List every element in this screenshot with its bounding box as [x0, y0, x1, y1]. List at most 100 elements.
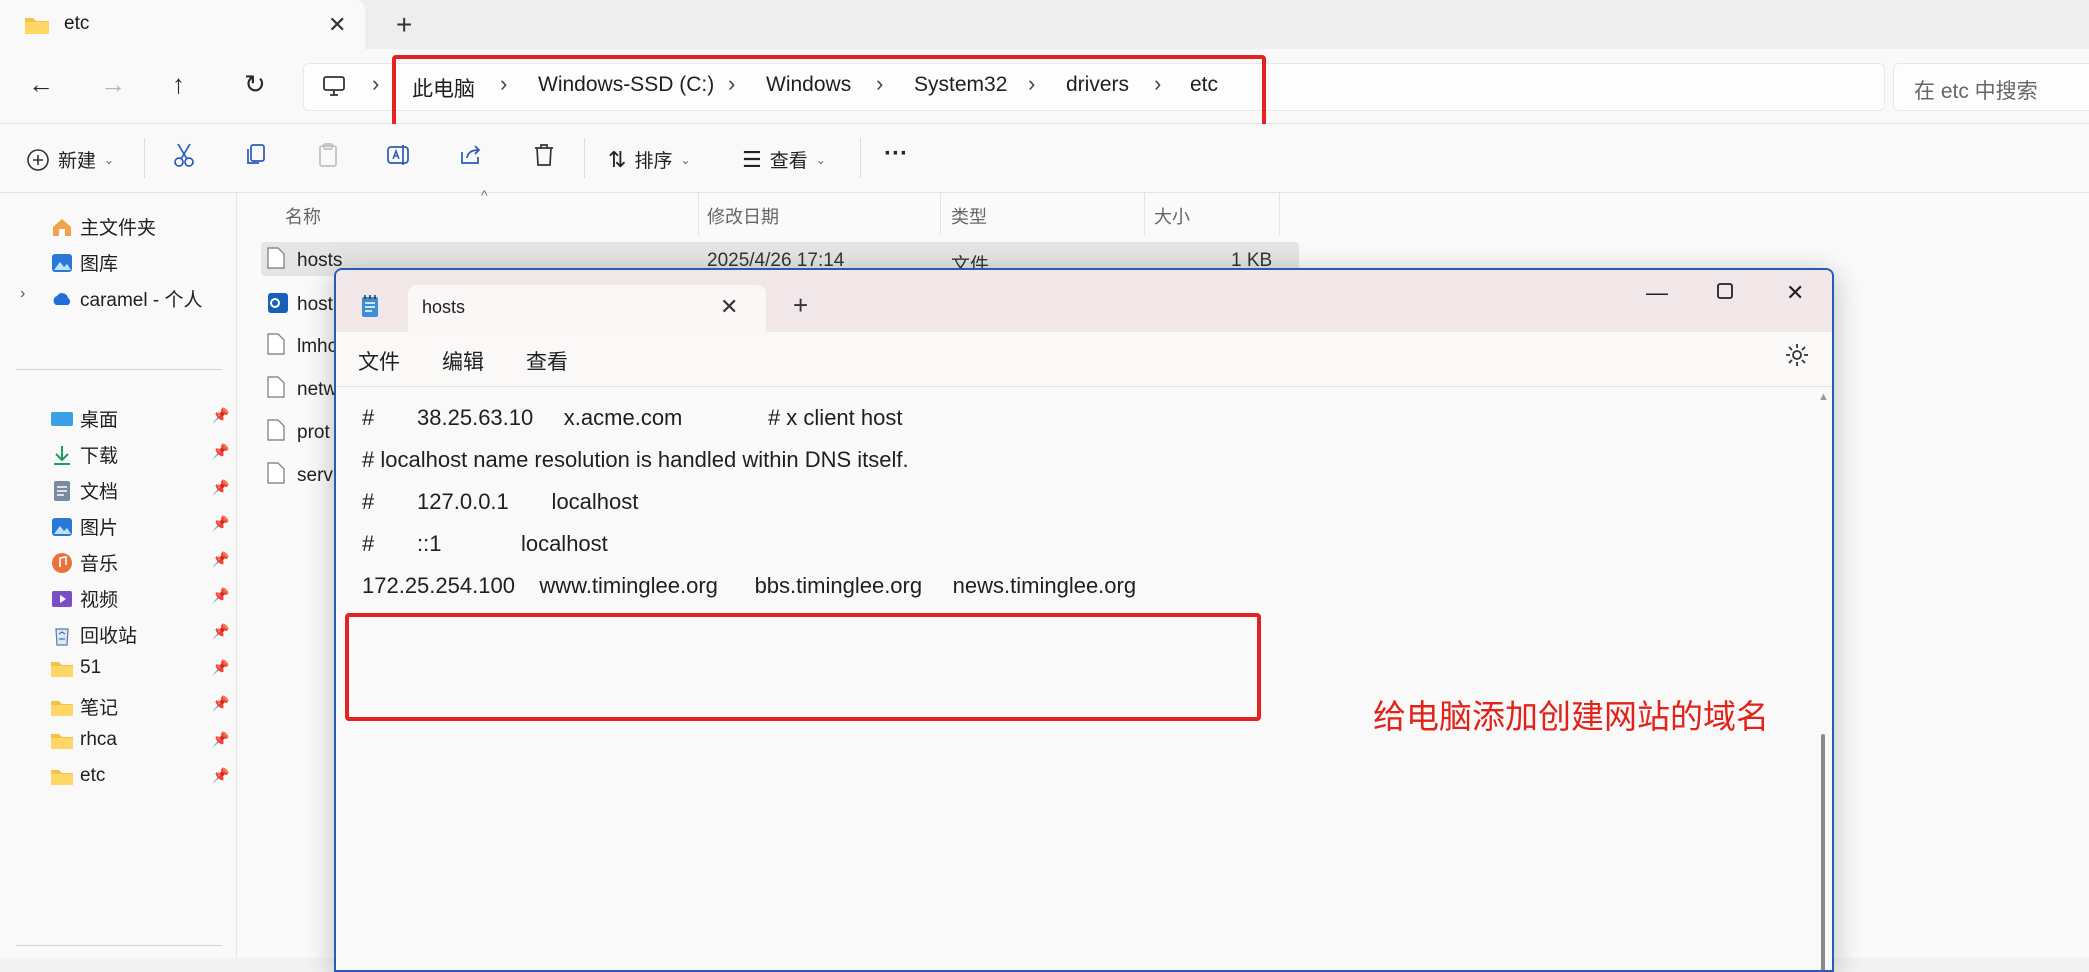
notepad-tab[interactable]: hosts ✕ — [408, 285, 766, 332]
new-tab-button[interactable]: + — [793, 290, 808, 321]
explorer-tab[interactable]: etc ✕ — [0, 0, 365, 49]
sidebar-item-label: rhca — [80, 729, 117, 750]
column-header-size[interactable]: 大小 — [1154, 203, 1190, 229]
paste-button[interactable] — [316, 142, 340, 168]
pin-icon[interactable]: 📌 — [212, 407, 229, 424]
menu-file[interactable]: 文件 — [358, 346, 400, 376]
sidebar-item-videos[interactable]: 视频 — [50, 585, 118, 612]
column-header-type[interactable]: 类型 — [951, 203, 987, 229]
gallery-icon — [52, 253, 72, 272]
file-name[interactable]: servi — [297, 465, 337, 487]
divider — [860, 138, 861, 178]
hosts-entry-highlight-box — [345, 613, 1261, 721]
more-options-button[interactable]: ··· — [884, 140, 908, 168]
file-icon — [267, 419, 285, 446]
divider — [144, 138, 145, 178]
copy-icon — [247, 144, 265, 164]
text-line: # 38.25.63.10 x.acme.com # x client host — [362, 405, 903, 430]
notepad-title-bar[interactable]: hosts ✕ + — ✕ — [336, 270, 1832, 332]
column-divider[interactable] — [1144, 193, 1145, 235]
sidebar-item-label: 视频 — [80, 590, 119, 611]
download-icon — [54, 445, 70, 465]
sidebar-item-label: 音乐 — [80, 554, 119, 575]
divider — [16, 945, 222, 946]
breadcrumb-separator: › — [372, 71, 380, 96]
document-icon — [54, 480, 70, 501]
clipboard-icon — [319, 143, 337, 167]
sidebar-item-music[interactable]: 音乐 — [50, 549, 118, 576]
divider — [584, 138, 585, 178]
forward-button[interactable]: → — [100, 69, 126, 100]
sidebar-item-onedrive[interactable]: caramel - 个人 — [50, 285, 202, 312]
sidebar-item-folder-rhca[interactable]: rhca — [50, 729, 117, 751]
menu-view[interactable]: 查看 — [526, 346, 568, 376]
close-tab-icon[interactable]: ✕ — [328, 12, 346, 38]
file-name[interactable]: lmhc — [297, 336, 337, 358]
search-input[interactable]: 在 etc 中搜索 — [1893, 63, 2089, 111]
scissors-icon — [174, 143, 194, 167]
pin-icon[interactable]: 📌 — [212, 587, 229, 604]
file-name[interactable]: netw — [297, 379, 337, 401]
vertical-scrollbar[interactable]: ▲ — [1814, 387, 1832, 970]
pin-icon[interactable]: 📌 — [212, 443, 229, 460]
sidebar-item-pictures[interactable]: 图片 — [50, 513, 118, 540]
view-icon: ☰ — [742, 146, 762, 172]
view-button[interactable]: ☰ 查看 ⌄ — [742, 146, 826, 173]
sidebar-item-home[interactable]: 主文件夹 — [50, 213, 156, 240]
annotation-text: 给电脑添加创建网站的域名 — [1373, 697, 1769, 736]
sidebar-item-folder-etc[interactable]: etc — [50, 765, 105, 787]
chevron-right-icon[interactable]: › — [20, 285, 25, 303]
sidebar-item-downloads[interactable]: 下载 — [50, 441, 118, 468]
close-tab-icon[interactable]: ✕ — [720, 294, 738, 320]
sort-button-label: 排序 — [634, 151, 673, 172]
delete-button[interactable] — [532, 142, 556, 168]
chevron-down-icon: ⌄ — [104, 152, 115, 167]
pin-icon[interactable]: 📌 — [212, 695, 229, 712]
menu-edit[interactable]: 编辑 — [442, 346, 484, 376]
sidebar-item-label: caramel - 个人 — [80, 290, 203, 311]
sidebar-item-gallery[interactable]: 图库 — [50, 249, 118, 276]
pin-icon[interactable]: 📌 — [212, 659, 229, 676]
sidebar-item-desktop[interactable]: 桌面 — [50, 405, 118, 432]
file-name[interactable]: hosts — [297, 250, 342, 272]
scroll-thumb[interactable] — [1821, 734, 1825, 970]
pin-icon[interactable]: 📌 — [212, 515, 229, 532]
sidebar-item-label: etc — [80, 765, 106, 786]
file-name[interactable]: host — [297, 294, 333, 316]
column-header-name[interactable]: 名称 — [285, 203, 321, 229]
sidebar-item-folder-notes[interactable]: 笔记 — [50, 693, 118, 720]
sidebar-item-folder-51[interactable]: 51 — [50, 657, 101, 679]
sidebar-item-recycle-bin[interactable]: 回收站 — [50, 621, 137, 648]
pin-icon[interactable]: 📌 — [212, 479, 229, 496]
sidebar-item-label: 回收站 — [80, 626, 138, 647]
share-button[interactable] — [458, 142, 484, 168]
settings-gear-icon[interactable] — [1784, 342, 1810, 373]
sidebar-item-label: 主文件夹 — [80, 218, 157, 239]
new-tab-button[interactable]: + — [396, 9, 412, 41]
sidebar-item-documents[interactable]: 文档 — [50, 477, 118, 504]
sort-ascending-icon: ^ — [481, 187, 488, 203]
scroll-up-arrow-icon[interactable]: ▲ — [1818, 391, 1829, 403]
cut-button[interactable] — [172, 142, 196, 168]
sidebar-item-label: 笔记 — [80, 698, 119, 719]
pin-icon[interactable]: 📌 — [212, 731, 229, 748]
file-name[interactable]: prot — [297, 422, 330, 444]
column-header-date[interactable]: 修改日期 — [707, 203, 779, 229]
refresh-button[interactable]: ↻ — [244, 69, 266, 100]
new-button[interactable]: 新建 ⌄ — [26, 146, 114, 173]
close-window-button[interactable]: ✕ — [1786, 280, 1804, 306]
pin-icon[interactable]: 📌 — [212, 623, 229, 640]
pin-icon[interactable]: 📌 — [212, 767, 229, 784]
sort-button[interactable]: ⇅ 排序 ⌄ — [608, 146, 691, 173]
rename-button[interactable] — [386, 142, 412, 168]
up-button[interactable]: ↑ — [172, 69, 185, 100]
pin-icon[interactable]: 📌 — [212, 551, 229, 568]
column-divider[interactable] — [1279, 193, 1280, 235]
back-button[interactable]: ← — [28, 69, 54, 100]
column-divider[interactable] — [940, 193, 941, 235]
column-divider[interactable] — [698, 193, 699, 235]
copy-button[interactable] — [244, 142, 268, 168]
minimize-button[interactable]: — — [1646, 280, 1668, 306]
maximize-button[interactable] — [1716, 280, 1734, 306]
sidebar-item-label: 下载 — [80, 446, 119, 467]
